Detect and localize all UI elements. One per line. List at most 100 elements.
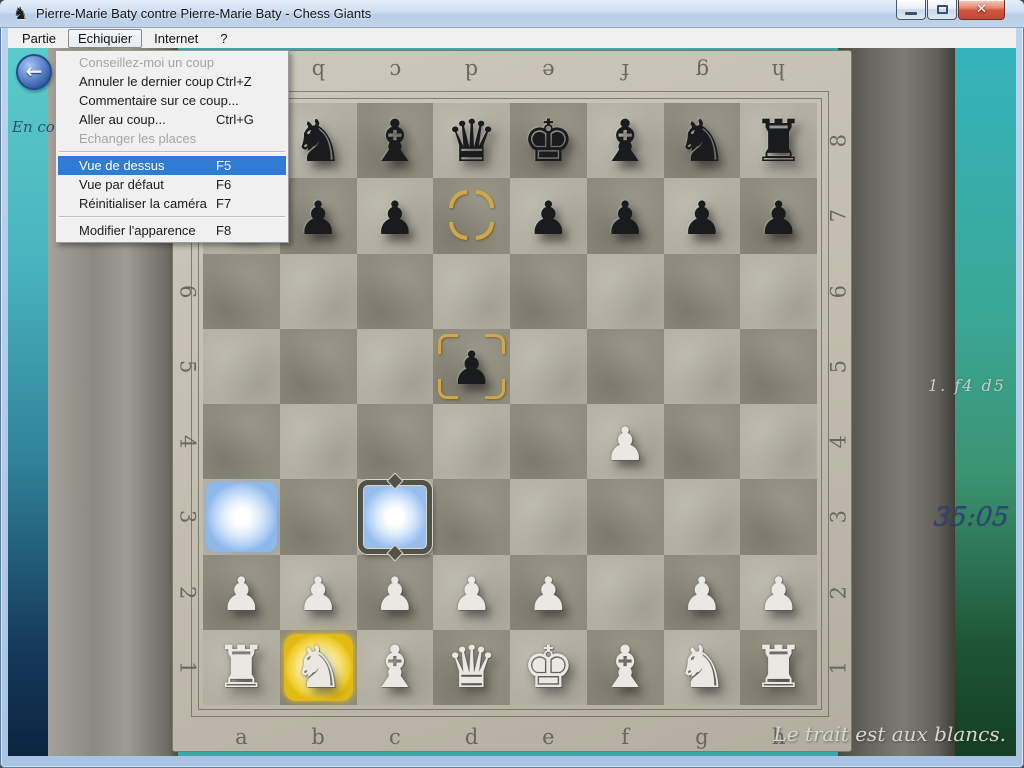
menu-item-vue-de-dessus[interactable]: Vue de dessusF5 xyxy=(58,156,286,175)
highlight-selected-b1[interactable] xyxy=(280,630,357,705)
square-d2[interactable] xyxy=(433,555,510,630)
square-b3[interactable] xyxy=(280,479,357,554)
menubar-item-internet[interactable]: Internet xyxy=(144,29,208,48)
coord-file-f-top: f xyxy=(587,57,664,85)
square-f1[interactable] xyxy=(587,630,664,705)
menu-item-label: Commentaire sur ce coup... xyxy=(79,93,239,108)
marker-last-move-from-d7[interactable] xyxy=(433,178,510,253)
menu-separator xyxy=(59,151,285,153)
square-e4[interactable] xyxy=(510,404,587,479)
square-g7[interactable] xyxy=(664,178,741,253)
square-c7[interactable] xyxy=(357,178,434,253)
gold-chevron-tr-icon xyxy=(476,190,494,208)
menubar-item-echiquier[interactable]: Echiquier xyxy=(68,29,142,48)
square-e8[interactable] xyxy=(510,103,587,178)
square-f8[interactable] xyxy=(587,103,664,178)
square-g8[interactable] xyxy=(664,103,741,178)
square-b2[interactable] xyxy=(280,555,357,630)
menu-item-aller-au-coup[interactable]: Aller au coup...Ctrl+G xyxy=(58,110,286,129)
menubar-item-partie[interactable]: Partie xyxy=(12,29,66,48)
gold-corner-tr-icon xyxy=(485,334,505,354)
square-b8[interactable] xyxy=(280,103,357,178)
coord-file-c-bottom: c xyxy=(357,723,434,751)
square-d3[interactable] xyxy=(433,479,510,554)
window-controls: ✕ xyxy=(895,0,1005,20)
square-f7[interactable] xyxy=(587,178,664,253)
coord-rank-6-right: 6 xyxy=(800,277,875,305)
coord-file-c-top: c xyxy=(357,57,434,85)
hovered-target-frame xyxy=(358,480,433,553)
square-b6[interactable] xyxy=(280,254,357,329)
square-f6[interactable] xyxy=(587,254,664,329)
coord-file-f-bottom: f xyxy=(587,723,664,751)
square-c8[interactable] xyxy=(357,103,434,178)
menubar-item-item[interactable]: ? xyxy=(210,29,237,48)
menu-item-annuler-le-dernier-coup[interactable]: Annuler le dernier coupCtrl+Z xyxy=(58,72,286,91)
square-e6[interactable] xyxy=(510,254,587,329)
menu-item-vue-par-defaut[interactable]: Vue par défautF6 xyxy=(58,175,286,194)
close-button[interactable]: ✕ xyxy=(958,0,1005,20)
menu-item-modifier-l-apparence[interactable]: Modifier l'apparenceF8 xyxy=(58,221,286,240)
close-icon: ✕ xyxy=(976,1,987,19)
coord-file-g-bottom: g xyxy=(664,723,741,751)
square-e7[interactable] xyxy=(510,178,587,253)
menu-item-commentaire-sur-ce-coup[interactable]: Commentaire sur ce coup... xyxy=(58,91,286,110)
square-c6[interactable] xyxy=(357,254,434,329)
square-g3[interactable] xyxy=(664,479,741,554)
coord-file-e-bottom: e xyxy=(510,723,587,751)
square-e2[interactable] xyxy=(510,555,587,630)
coord-file-e-top: e xyxy=(510,57,587,85)
gold-corner-bl-icon xyxy=(438,379,458,399)
coord-file-b-bottom: b xyxy=(280,723,357,751)
square-g6[interactable] xyxy=(664,254,741,329)
highlight-hovered-target-c3[interactable] xyxy=(357,479,434,554)
square-b5[interactable] xyxy=(280,329,357,404)
menu-item-shortcut: F7 xyxy=(216,196,272,211)
square-f5[interactable] xyxy=(587,329,664,404)
square-g5[interactable] xyxy=(664,329,741,404)
menu-item-reinitialiser-la-camera[interactable]: Réinitialiser la caméraF7 xyxy=(58,194,286,213)
menu-item-shortcut: Ctrl+Z xyxy=(216,74,272,89)
square-g2[interactable] xyxy=(664,555,741,630)
square-c4[interactable] xyxy=(357,404,434,479)
back-button[interactable]: ← xyxy=(16,54,52,90)
coord-rank-4-right: 4 xyxy=(800,428,875,456)
square-c2[interactable] xyxy=(357,555,434,630)
menu-item-label: Aller au coup... xyxy=(79,112,216,127)
square-d1[interactable] xyxy=(433,630,510,705)
square-f3[interactable] xyxy=(587,479,664,554)
square-g1[interactable] xyxy=(664,630,741,705)
square-e3[interactable] xyxy=(510,479,587,554)
title-bar[interactable]: ♞ Pierre-Marie Baty contre Pierre-Marie … xyxy=(0,0,1024,28)
square-b4[interactable] xyxy=(280,404,357,479)
square-g4[interactable] xyxy=(664,404,741,479)
menu-item-conseillez-moi-un-coup[interactable]: Conseillez-moi un coup xyxy=(58,53,286,72)
menu-item-label: Echanger les places xyxy=(79,131,216,146)
square-d4[interactable] xyxy=(433,404,510,479)
square-e5[interactable] xyxy=(510,329,587,404)
menu-bar: PartieEchiquierInternet? xyxy=(8,28,1016,48)
square-f4[interactable] xyxy=(587,404,664,479)
square-b7[interactable] xyxy=(280,178,357,253)
gold-chevron-br-icon xyxy=(476,222,494,240)
gold-chevron-tl-icon xyxy=(449,190,467,208)
coord-file-g-top: g xyxy=(664,57,741,85)
turn-status: Le trait est aux blancs. xyxy=(773,722,1006,746)
square-c1[interactable] xyxy=(357,630,434,705)
maximize-button[interactable] xyxy=(927,0,957,20)
square-d8[interactable] xyxy=(433,103,510,178)
square-c5[interactable] xyxy=(357,329,434,404)
menu-item-label: Modifier l'apparence xyxy=(79,223,216,238)
menu-item-shortcut: F5 xyxy=(216,158,272,173)
menu-item-echanger-les-places[interactable]: Echanger les places xyxy=(58,129,286,148)
minimize-button[interactable] xyxy=(896,0,926,20)
game-clock: 35:05 xyxy=(932,502,1010,532)
back-arrow-icon: ← xyxy=(26,61,43,81)
marker-last-move-to-d5[interactable] xyxy=(433,329,510,404)
square-e1[interactable] xyxy=(510,630,587,705)
coord-file-a-bottom: a xyxy=(203,723,280,751)
menu-item-label: Vue par défaut xyxy=(79,177,216,192)
coord-rank-8-right: 8 xyxy=(800,127,875,155)
square-d6[interactable] xyxy=(433,254,510,329)
square-f2[interactable] xyxy=(587,555,664,630)
